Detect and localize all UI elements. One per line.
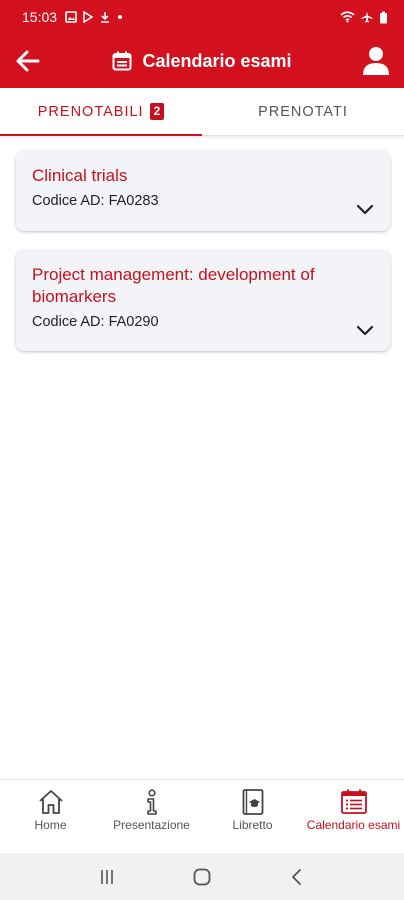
page-title: Calendario esami bbox=[142, 50, 292, 71]
system-navigation-bar bbox=[0, 853, 404, 900]
tab-bar: PRENOTABILI 2 PRENOTATI bbox=[0, 88, 404, 136]
calendar-icon bbox=[112, 51, 132, 71]
count-badge: 2 bbox=[149, 103, 165, 120]
user-icon[interactable] bbox=[362, 46, 390, 76]
tab-label: PRENOTATI bbox=[258, 103, 348, 120]
image-notification-icon bbox=[65, 11, 77, 23]
chevron-down-icon[interactable] bbox=[356, 204, 374, 216]
bottom-navigation: Home Presentazione Libretto Calendario e… bbox=[0, 779, 404, 853]
battery-icon bbox=[380, 11, 387, 23]
exam-code: Codice AD: FA0290 bbox=[32, 314, 159, 330]
status-bar: 15:03 bbox=[0, 0, 404, 34]
back-button-icon[interactable] bbox=[288, 868, 306, 886]
nav-item-libretto[interactable]: Libretto bbox=[202, 780, 303, 853]
exam-card[interactable]: Project management: development of bioma… bbox=[16, 250, 390, 351]
wifi-icon bbox=[340, 11, 355, 23]
airplane-mode-icon bbox=[361, 11, 373, 23]
status-time: 15:03 bbox=[22, 9, 58, 25]
dot-notification-icon bbox=[118, 15, 123, 19]
status-system-icons bbox=[340, 11, 388, 24]
exam-title: Project management: development of bioma… bbox=[32, 265, 315, 306]
nav-label: Libretto bbox=[232, 818, 273, 832]
nav-label: Home bbox=[34, 818, 67, 832]
exam-title: Clinical trials bbox=[32, 166, 128, 185]
nav-item-home[interactable]: Home bbox=[0, 780, 101, 853]
nav-item-presentazione[interactable]: Presentazione bbox=[101, 780, 202, 853]
nav-label: Calendario esami bbox=[306, 818, 401, 832]
info-icon bbox=[146, 789, 157, 815]
download-notification-icon bbox=[101, 12, 110, 23]
chevron-down-icon[interactable] bbox=[356, 325, 374, 337]
tab-label: PRENOTABILI bbox=[37, 103, 144, 120]
home-icon bbox=[38, 790, 63, 814]
arrow-left-icon[interactable] bbox=[14, 47, 42, 75]
exam-code: Codice AD: FA0283 bbox=[32, 193, 159, 209]
tab-prenotabili[interactable]: PRENOTABILI 2 bbox=[0, 88, 202, 136]
nav-label: Presentazione bbox=[113, 818, 190, 832]
nav-item-calendario-esami[interactable]: Calendario esami bbox=[303, 780, 404, 853]
home-button-icon[interactable] bbox=[192, 867, 212, 887]
booklet-icon bbox=[242, 789, 263, 815]
status-notification-icons bbox=[65, 11, 124, 23]
exam-card[interactable]: Clinical trials Codice AD: FA0283 bbox=[16, 151, 390, 231]
calendar-list-icon bbox=[340, 789, 367, 814]
app-bar: Calendario esami bbox=[0, 34, 404, 88]
tab-prenotati[interactable]: PRENOTATI bbox=[202, 88, 404, 135]
play-store-notification-icon bbox=[83, 11, 94, 23]
recent-apps-icon[interactable] bbox=[98, 868, 116, 886]
app-bar-title-group: Calendario esami bbox=[112, 50, 292, 72]
